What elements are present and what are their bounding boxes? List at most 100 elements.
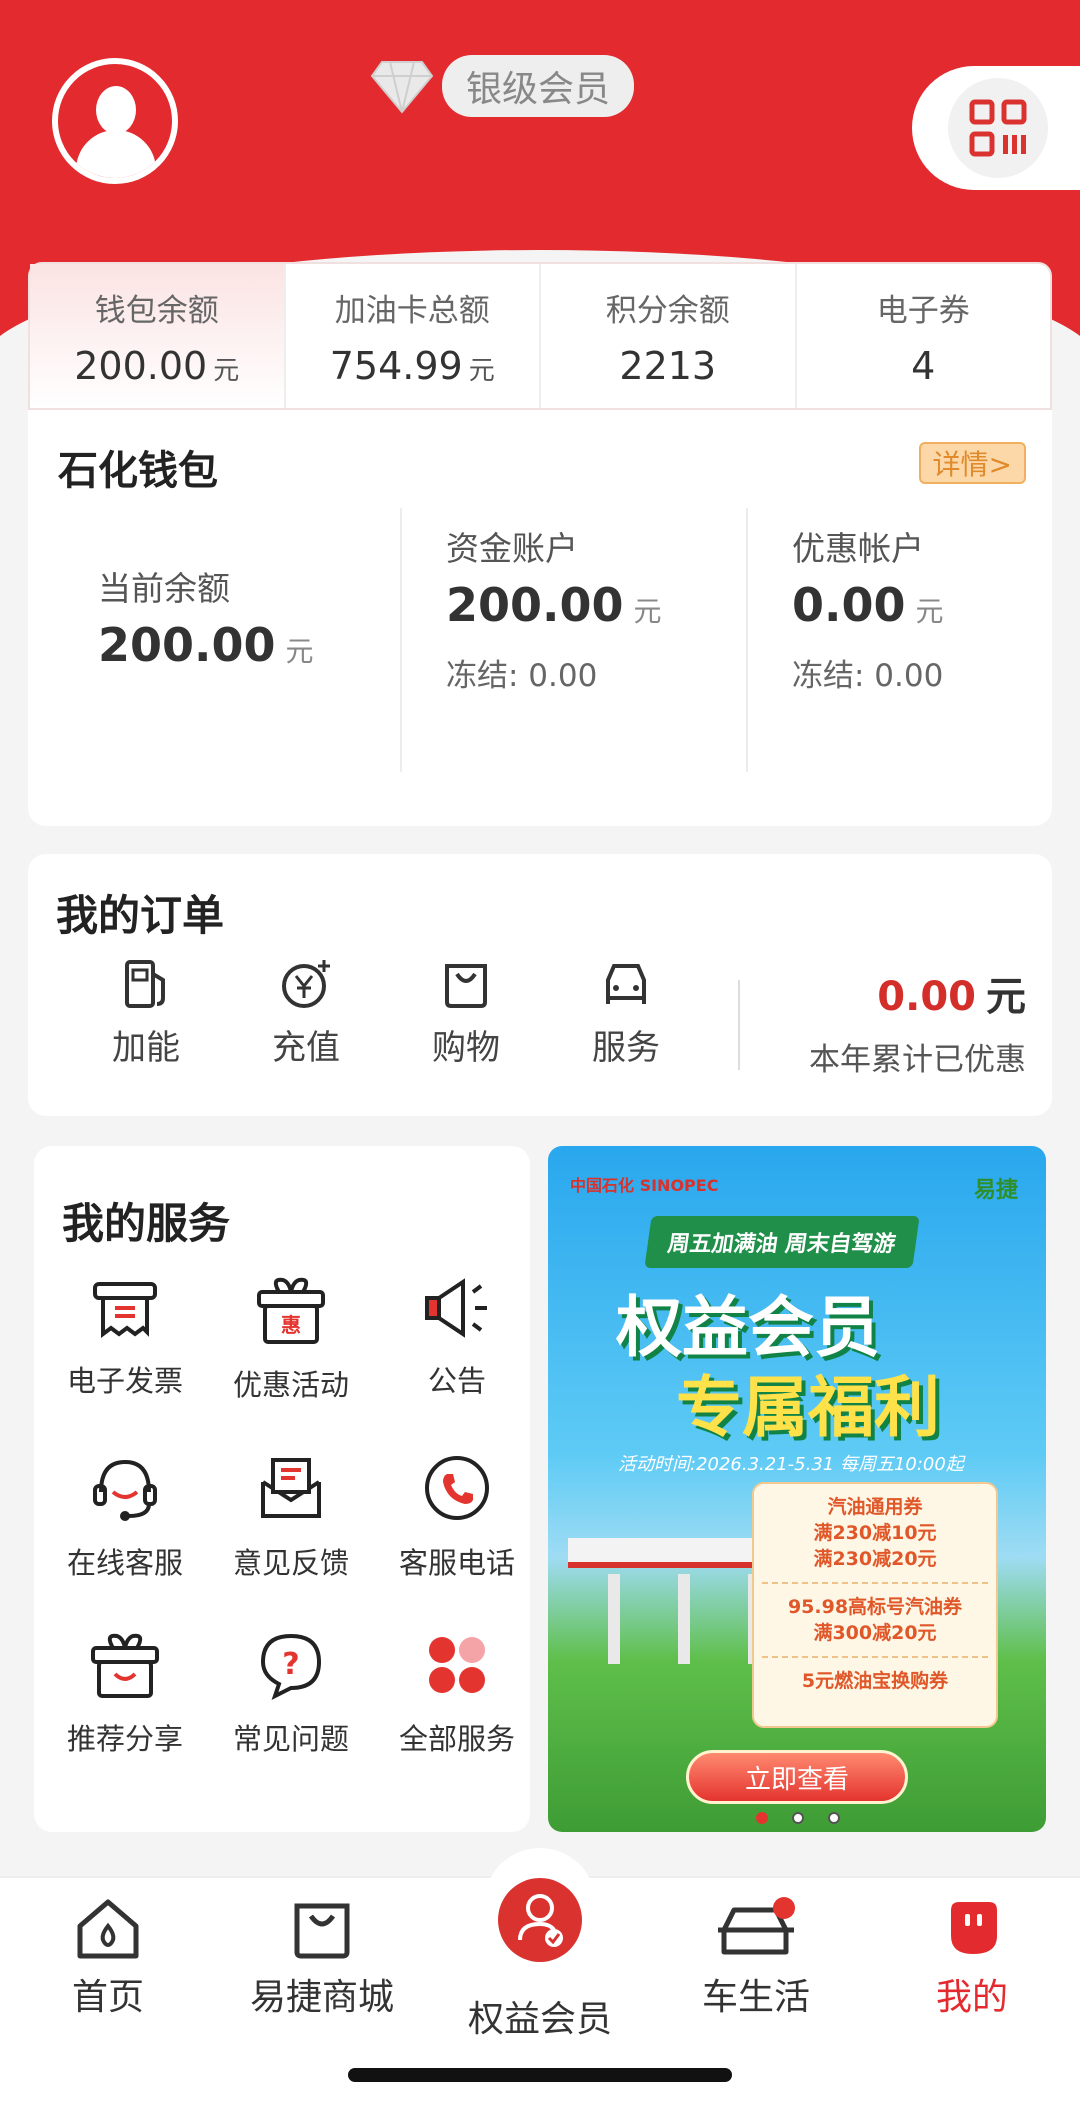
tab-member[interactable]: 权益会员 [440,1990,640,2042]
wallet-unit: 元 [633,595,662,628]
service-announcements[interactable]: 公告 [382,1274,532,1400]
wallet-unit: 元 [285,635,314,668]
stat-value: 200.00 [74,343,208,388]
question-icon: ? [260,1633,322,1700]
wallet-detail-button[interactable]: 详情> [918,442,1026,484]
order-shopping[interactable]: 购物 [406,958,526,1069]
service-all[interactable]: 全部服务 [382,1630,532,1758]
member-level[interactable]: 银级会员 [370,55,635,117]
stat-wallet-balance[interactable]: 钱包余额 200.00 元 [30,264,286,408]
saved-unit: 元 [986,974,1026,1020]
promo-banner[interactable]: 中国石化 SINOPEC 易捷 周五加满油 周末自驾游 权益会员 专属福利 活动… [548,1146,1046,1832]
orders-title: 我的订单 [56,891,225,940]
shopping-bag-icon [445,964,487,1008]
service-label: 全部服务 [398,1722,515,1756]
service-label: 客服电话 [398,1546,515,1580]
headset-icon [93,1459,157,1521]
qr-code-icon [969,99,1027,157]
stat-fuel-card-total[interactable]: 加油卡总额 754.99 元 [286,264,541,408]
tab-label: 易捷商城 [249,1977,394,2018]
fuel-pump-icon [125,960,165,1008]
coupon-line: 汽油通用券 [827,1496,923,1518]
avatar[interactable] [52,58,178,184]
wallet-unit: 元 [915,595,944,628]
wallet-title: 石化钱包 [58,448,218,494]
stat-label: 加油卡总额 [334,292,490,329]
services-title: 我的服务 [62,1199,231,1248]
wallet-value: 0.00 [792,578,906,632]
yen-plus-icon [282,960,330,1008]
wallet-value: 200.00 [446,578,624,632]
svg-text:?: ? [282,1647,299,1682]
svg-text:惠: 惠 [281,1313,301,1337]
saved-label: 本年累计已优惠 [809,1042,1026,1078]
banner-view-now-button[interactable]: 立即查看 [686,1750,908,1804]
banner-dot[interactable] [828,1812,840,1824]
wallet-frozen: 冻结: 0.00 [446,658,598,694]
services-card: 我的服务 电子发票 惠 优惠活动 公告 在线客服 意见反馈 客服电话 推荐分享 … [34,1146,530,1832]
order-label: 购物 [432,1028,500,1068]
wallet-label: 资金账户 [446,529,578,568]
tab-mall[interactable]: 易捷商城 [222,1896,422,2020]
orders-divider [738,980,740,1070]
stat-unit: 元 [213,355,240,386]
coupon-line: 满230减20元 [813,1548,937,1570]
wallet-promo-account[interactable]: 优惠帐户 0.00 元 冻结: 0.00 [746,508,1080,772]
tab-label: 首页 [71,1977,144,2018]
tab-label: 车生活 [701,1977,810,2018]
banner-headline-2: 专属福利 [676,1369,940,1446]
order-recharge[interactable]: 充值 [246,958,366,1069]
wallet-label: 优惠帐户 [792,529,924,568]
banner-coupon-list: 汽油通用券 满230减10元 满230减20元 95.98高标号汽油券 满300… [752,1482,998,1728]
stat-label: 钱包余额 [94,292,219,329]
phone-icon [425,1456,489,1520]
all-services-icon [429,1637,485,1693]
account-stats: 钱包余额 200.00 元 加油卡总额 754.99 元 积分余额 2213 电子券… [28,262,1052,410]
stat-label: 电子券 [876,292,970,329]
member-icon[interactable] [498,1878,582,1962]
diamond-icon [370,61,434,114]
sinopec-logo: 中国石化 SINOPEC [570,1176,719,1195]
tab-car-life[interactable]: 车生活 [656,1896,856,2020]
stat-points-balance[interactable]: 积分余额 2213 [541,264,797,408]
saved-amount: 0.00 元 [877,964,1026,1022]
service-referral[interactable]: 推荐分享 [50,1630,200,1758]
service-feedback[interactable]: 意见反馈 [216,1452,366,1582]
tab-label: 我的 [935,1977,1008,2018]
stat-value: 754.99 [329,343,463,388]
service-label: 常见问题 [232,1722,349,1756]
service-faq[interactable]: ? 常见问题 [216,1630,366,1758]
coupon-line: 5元燃油宝换购券 [801,1670,949,1692]
invoice-icon [93,1282,157,1338]
banner-activity-time: 活动时间:2026.3.21-5.31 每周五10:00起 [618,1454,964,1475]
service-e-invoice[interactable]: 电子发票 [50,1274,200,1400]
banner-dot[interactable] [792,1812,804,1824]
service-label: 推荐分享 [66,1722,183,1756]
mall-bag-icon [294,1903,350,1959]
service-label: 公告 [427,1364,486,1398]
wallet-current-balance: 当前余额 200.00 元 [98,562,438,826]
car-service-icon [606,964,646,1004]
service-label: 意见反馈 [232,1546,349,1580]
service-promotions[interactable]: 惠 优惠活动 [216,1274,366,1404]
tab-home[interactable]: 首页 [8,1896,208,2020]
home-icon [77,1899,139,1959]
stat-e-coupons[interactable]: 电子券 4 [797,264,1051,408]
wallet-fund-account[interactable]: 资金账户 200.00 元 冻结: 0.00 [400,508,740,772]
wallet-value: 200.00 [98,618,276,672]
megaphone-icon [425,1278,487,1338]
order-service[interactable]: 服务 [566,958,686,1069]
qr-code-button[interactable] [912,66,1080,190]
coupon-line: 95.98高标号汽油券 [787,1596,963,1618]
service-online-support[interactable]: 在线客服 [50,1452,200,1582]
service-hotline[interactable]: 客服电话 [382,1452,532,1582]
coupon-line: 满300减20元 [813,1622,937,1644]
tab-label: 权益会员 [467,1999,612,2040]
banner-dot[interactable] [756,1812,768,1824]
coupon-line: 满230减10元 [813,1522,937,1544]
tab-profile[interactable]: 我的 [872,1896,1072,2020]
wallet-frozen: 冻结: 0.00 [792,658,944,694]
profile-icon [951,1902,997,1954]
share-gift-icon [91,1633,159,1698]
order-energy[interactable]: 加能 [86,958,206,1069]
